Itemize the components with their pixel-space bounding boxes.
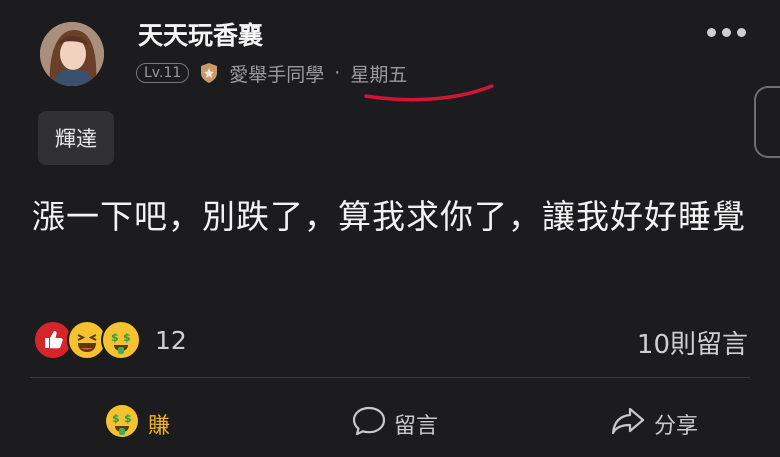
comment-button[interactable]: 留言 [352,400,438,448]
more-options-icon[interactable] [704,22,748,42]
post-content: 漲一下吧，別跌了，算我求你了，讓我好好睡覺 [32,197,746,236]
meta-separator: · [334,62,341,84]
svg-text:$: $ [111,331,119,344]
author-avatar[interactable] [40,22,104,86]
earn-button[interactable]: $ $ 賺 [104,400,170,448]
share-label: 分享 [654,414,699,439]
red-underline-annotation [364,84,494,102]
money-face-icon: $ $ [101,320,141,360]
share-arrow-icon [610,405,646,443]
money-face-icon: $ $ [104,403,140,445]
svg-text:$: $ [112,412,120,425]
share-button[interactable]: 分享 [610,400,698,448]
user-title: 愛舉手同學 [229,63,325,86]
shield-badge-icon [199,62,219,84]
earn-label: 賺 [148,414,171,439]
comment-count-link[interactable]: 10則留言 [637,324,748,361]
side-scroll-handle [754,86,780,158]
speech-bubble-icon [352,405,386,443]
author-name[interactable]: 天天玩香襄 [138,16,263,52]
svg-text:$: $ [123,331,131,344]
action-divider [30,377,750,378]
comment-label: 留言 [394,414,439,439]
svg-text:$: $ [124,412,132,425]
reaction-count: 12 [155,325,187,355]
reaction-summary[interactable]: $ $ 12 [33,320,187,360]
topic-tag[interactable]: 輝達 [38,111,114,165]
level-badge: Lv.11 [136,63,190,83]
